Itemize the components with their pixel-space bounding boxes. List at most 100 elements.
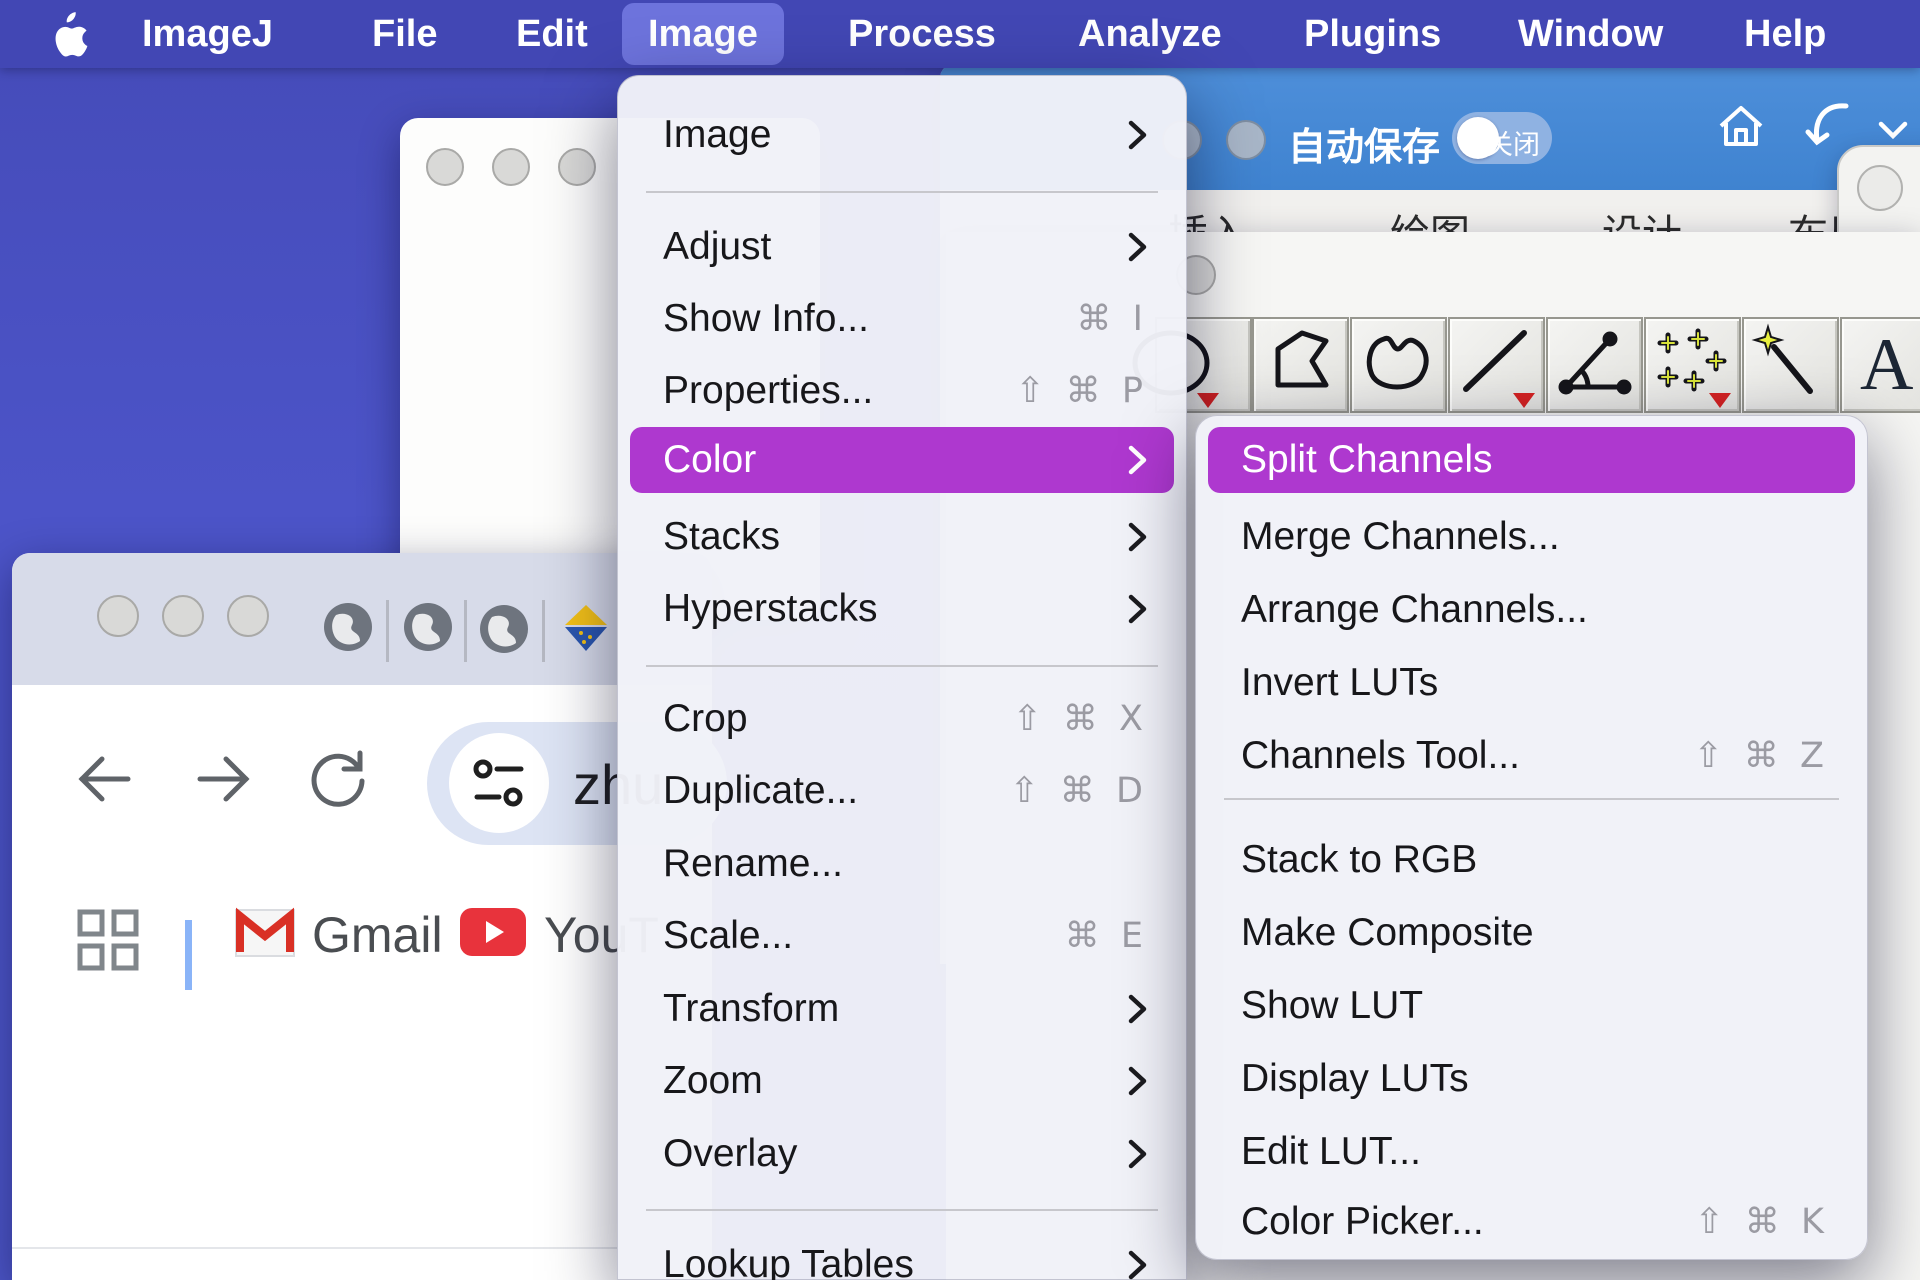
text-tool-glyph: A bbox=[1860, 323, 1913, 408]
apple-icon bbox=[48, 10, 88, 58]
apple-menu[interactable] bbox=[22, 0, 114, 68]
menu-item-overlay[interactable]: Overlay bbox=[630, 1118, 1174, 1190]
text-tool-button[interactable]: A bbox=[1840, 317, 1920, 413]
submenu-arrow-icon bbox=[1128, 230, 1148, 264]
browser-titlebar bbox=[12, 553, 712, 685]
polygon-tool-button[interactable] bbox=[1252, 317, 1349, 413]
wand-tool-button[interactable] bbox=[1742, 317, 1839, 413]
menu-item-show-info[interactable]: Show Info...⌘ I bbox=[630, 283, 1174, 355]
menubar-item-edit[interactable]: Edit bbox=[490, 0, 614, 68]
forward-icon[interactable] bbox=[192, 751, 254, 812]
menu-item-crop[interactable]: Crop⇧ ⌘ X bbox=[630, 683, 1174, 755]
undo-icon[interactable] bbox=[1802, 98, 1856, 157]
submenu-item-show-lut[interactable]: Show LUT bbox=[1208, 970, 1855, 1042]
menu-item-transform[interactable]: Transform bbox=[630, 973, 1174, 1045]
menu-item-zoom[interactable]: Zoom bbox=[630, 1045, 1174, 1117]
submenu-arrow-icon bbox=[1128, 592, 1148, 626]
tool-options-marker bbox=[1513, 393, 1535, 408]
submenu-item-merge-channels[interactable]: Merge Channels... bbox=[1208, 501, 1855, 573]
window-close-button[interactable] bbox=[426, 148, 464, 186]
submenu-item-channels-tool[interactable]: Channels Tool...⇧ ⌘ Z bbox=[1208, 720, 1855, 792]
extension-separator bbox=[464, 600, 467, 662]
submenu-item-color-picker[interactable]: Color Picker...⇧ ⌘ K bbox=[1208, 1186, 1855, 1258]
extension-separator bbox=[386, 600, 389, 662]
bookmarks-bar: Gmail YouT bbox=[12, 870, 712, 1010]
window-minimize-button[interactable] bbox=[492, 148, 530, 186]
image-menu: Image Adjust Show Info...⌘ I Properties.… bbox=[617, 75, 1187, 1280]
browser-close-button[interactable] bbox=[97, 595, 139, 637]
submenu-arrow-icon bbox=[1128, 443, 1148, 477]
line-tool-button[interactable] bbox=[1448, 317, 1545, 413]
mini-window-traffic-light[interactable] bbox=[1857, 165, 1903, 211]
menu-item-duplicate[interactable]: Duplicate...⇧ ⌘ D bbox=[630, 755, 1174, 827]
browser-window[interactable]: zhu Gmail bbox=[12, 553, 712, 1280]
toggle-state-label: 关闭 bbox=[1486, 123, 1540, 162]
submenu-item-invert-luts[interactable]: Invert LUTs bbox=[1208, 647, 1855, 719]
submenu-arrow-icon bbox=[1128, 1064, 1148, 1098]
menu-separator bbox=[1224, 798, 1839, 800]
menu-separator bbox=[646, 1209, 1158, 1211]
menu-separator bbox=[646, 665, 1158, 667]
menu-item-lookup-tables[interactable]: Lookup Tables bbox=[630, 1229, 1174, 1280]
gmail-icon[interactable] bbox=[234, 908, 296, 963]
browser-zoom-button[interactable] bbox=[227, 595, 269, 637]
tool-options-marker bbox=[1709, 393, 1731, 408]
submenu-item-stack-to-rgb[interactable]: Stack to RGB bbox=[1208, 824, 1855, 896]
extension-diamond-icon[interactable] bbox=[557, 599, 615, 662]
home-icon[interactable] bbox=[1715, 100, 1767, 157]
apps-grid-icon[interactable] bbox=[74, 906, 142, 979]
menu-item-properties[interactable]: Properties...⇧ ⌘ P bbox=[630, 355, 1174, 427]
extension-globe-icon[interactable] bbox=[402, 601, 454, 658]
menubar-item-image[interactable]: Image bbox=[622, 3, 784, 65]
menubar: ImageJ File Edit Image Process Analyze P… bbox=[0, 0, 1920, 68]
reload-icon[interactable] bbox=[308, 747, 370, 814]
back-icon[interactable] bbox=[74, 751, 136, 812]
submenu-arrow-icon bbox=[1128, 992, 1148, 1026]
site-settings-circle[interactable] bbox=[449, 733, 549, 833]
screen: 自动保存 关闭 插入 绘图 bbox=[0, 0, 1920, 1280]
bookmark-favicon-bar bbox=[185, 920, 192, 990]
autosave-label: 自动保存 bbox=[1288, 116, 1440, 171]
window-zoom-button[interactable] bbox=[558, 148, 596, 186]
menu-item-color[interactable]: Color bbox=[630, 427, 1174, 493]
menu-separator bbox=[646, 191, 1158, 193]
color-submenu: Split Channels Merge Channels... Arrange… bbox=[1195, 415, 1868, 1260]
menu-item-stacks[interactable]: Stacks bbox=[630, 501, 1174, 573]
submenu-arrow-icon bbox=[1128, 118, 1148, 152]
menubar-item-plugins[interactable]: Plugins bbox=[1278, 0, 1467, 68]
tool-options-marker bbox=[1197, 393, 1219, 408]
extension-globe-icon[interactable] bbox=[322, 601, 374, 658]
browser-nav-row: zhu bbox=[12, 685, 712, 870]
submenu-item-edit-lut[interactable]: Edit LUT... bbox=[1208, 1116, 1855, 1188]
chevron-down-icon[interactable] bbox=[1878, 120, 1908, 147]
gmail-bookmark-label[interactable]: Gmail bbox=[312, 906, 443, 964]
menubar-item-analyze[interactable]: Analyze bbox=[1052, 0, 1248, 68]
autosave-toggle[interactable]: 关闭 bbox=[1452, 112, 1552, 164]
menubar-item-window[interactable]: Window bbox=[1492, 0, 1689, 68]
extension-globe-icon[interactable] bbox=[478, 603, 530, 660]
menubar-item-file[interactable]: File bbox=[346, 0, 463, 68]
menu-item-adjust[interactable]: Adjust bbox=[630, 211, 1174, 283]
submenu-item-arrange-channels[interactable]: Arrange Channels... bbox=[1208, 574, 1855, 646]
menubar-item-imagej[interactable]: ImageJ bbox=[116, 0, 299, 68]
submenu-arrow-icon bbox=[1128, 1137, 1148, 1171]
extension-separator bbox=[542, 600, 545, 662]
menu-item-hyperstacks[interactable]: Hyperstacks bbox=[630, 573, 1174, 645]
page-divider bbox=[12, 1247, 712, 1249]
menubar-item-process[interactable]: Process bbox=[822, 0, 1022, 68]
menu-item-rename[interactable]: Rename... bbox=[630, 828, 1174, 900]
submenu-item-make-composite[interactable]: Make Composite bbox=[1208, 897, 1855, 969]
freehand-tool-button[interactable] bbox=[1350, 317, 1447, 413]
menu-item-image[interactable]: Image bbox=[630, 99, 1174, 171]
word-traffic-light[interactable] bbox=[1226, 120, 1266, 160]
browser-minimize-button[interactable] bbox=[162, 595, 204, 637]
menu-item-scale[interactable]: Scale...⌘ E bbox=[630, 900, 1174, 972]
submenu-item-display-luts[interactable]: Display LUTs bbox=[1208, 1043, 1855, 1115]
point-tool-button[interactable] bbox=[1644, 317, 1741, 413]
submenu-arrow-icon bbox=[1128, 520, 1148, 554]
angle-tool-button[interactable] bbox=[1546, 317, 1643, 413]
youtube-icon[interactable] bbox=[460, 908, 526, 961]
menubar-item-help[interactable]: Help bbox=[1718, 0, 1852, 68]
submenu-item-split-channels[interactable]: Split Channels bbox=[1208, 427, 1855, 493]
submenu-arrow-icon bbox=[1128, 1248, 1148, 1280]
